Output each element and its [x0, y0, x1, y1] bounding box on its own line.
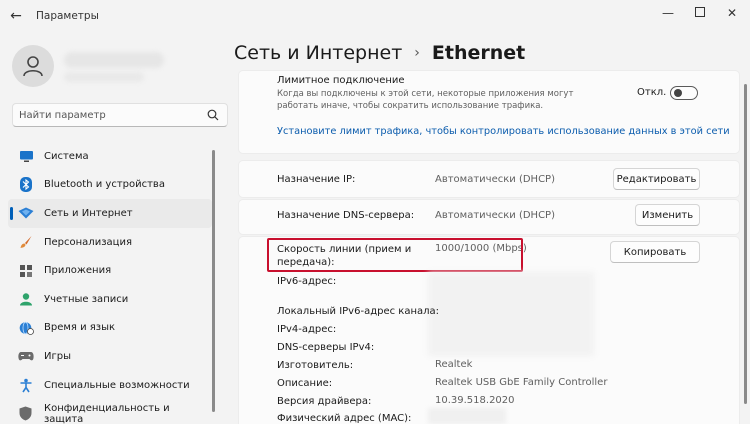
maximize-icon[interactable]	[688, 4, 712, 22]
toggle-state-label: Откл.	[637, 87, 667, 98]
content-scrollbar[interactable]	[744, 84, 747, 404]
dns-assignment-value: Автоматически (DHCP)	[435, 210, 555, 221]
metered-toggle[interactable]	[670, 86, 698, 100]
metered-title: Лимитное подключение	[277, 75, 405, 86]
network-icon	[18, 205, 34, 221]
minimize-icon[interactable]: —	[656, 4, 680, 22]
back-arrow-icon[interactable]: ←	[8, 8, 24, 24]
search-box[interactable]	[12, 103, 228, 127]
sidebar-item-accounts[interactable]: Учетные записи	[8, 285, 212, 314]
search-input[interactable]	[19, 107, 199, 123]
description-label: Описание:	[277, 378, 333, 389]
apps-icon	[18, 263, 34, 279]
sidebar-item-bluetooth[interactable]: Bluetooth и устройства	[8, 171, 212, 200]
breadcrumb-parent[interactable]: Сеть и Интернет	[234, 42, 402, 64]
shield-icon	[18, 406, 34, 422]
change-dns-button[interactable]: Изменить	[635, 204, 700, 226]
username-blurred	[64, 52, 164, 68]
breadcrumb: Сеть и Интернет › Ethernet	[234, 42, 525, 64]
sidebar-item-accessibility[interactable]: Специальные возможности	[8, 371, 212, 400]
toggle-knob	[674, 89, 682, 97]
accessibility-icon	[18, 377, 34, 393]
metered-description-line2: работать иначе, чтобы сократить использо…	[277, 101, 544, 111]
description-value: Realtek USB GbE Family Controller	[435, 377, 608, 388]
globe-clock-icon	[18, 320, 34, 336]
sidebar-item-time-language[interactable]: Время и язык	[8, 314, 212, 343]
brush-icon	[18, 234, 34, 250]
sidebar-item-personalization[interactable]: Персонализация	[8, 228, 212, 257]
close-icon[interactable]: ✕	[720, 4, 744, 22]
sidebar-item-gaming[interactable]: Игры	[8, 342, 212, 371]
app-title: Параметры	[36, 10, 99, 22]
metered-description-line1: Когда вы подключены к этой сети, некотор…	[277, 89, 574, 99]
bluetooth-icon	[18, 177, 34, 193]
gamepad-icon	[18, 348, 34, 364]
data-limit-link[interactable]: Установите лимит трафика, чтобы контроли…	[277, 126, 730, 137]
monitor-icon	[18, 148, 34, 164]
chevron-right-icon: ›	[414, 45, 420, 61]
mac-address-label: Физический адрес (MAC):	[277, 413, 412, 424]
person-icon	[18, 291, 34, 307]
copy-button[interactable]: Копировать	[610, 241, 700, 263]
sidebar-item-apps[interactable]: Приложения	[8, 256, 212, 285]
mac-value-blurred	[428, 408, 506, 424]
ipv6-label: IPv6-адрес:	[277, 276, 337, 287]
ipv4-label: IPv4-адрес:	[277, 324, 337, 335]
sidebar-scrollbar[interactable]	[212, 150, 215, 412]
sidebar-nav: Система Bluetooth и устройства Сеть и Ин…	[8, 142, 212, 424]
sidebar-item-system[interactable]: Система	[8, 142, 212, 171]
page-title: Ethernet	[431, 42, 526, 64]
ip-values-blurred	[428, 272, 594, 356]
search-icon[interactable]	[207, 109, 219, 121]
avatar[interactable]	[12, 45, 54, 87]
edit-ip-button[interactable]: Редактировать	[613, 168, 700, 190]
person-icon	[23, 56, 43, 77]
link-speed-highlight	[267, 238, 523, 272]
dns-assignment-label: Назначение DNS-сервера:	[277, 210, 415, 221]
title-bar: ← Параметры — ✕	[0, 0, 750, 32]
link-local-ipv6-label: Локальный IPv6-адрес канала:	[277, 306, 440, 317]
manufacturer-label: Изготовитель:	[277, 360, 354, 371]
sidebar-item-privacy[interactable]: Конфиденциальность и защита	[8, 399, 212, 424]
ip-assignment-label: Назначение IP:	[277, 174, 356, 185]
driver-version-value: 10.39.518.2020	[435, 395, 515, 406]
dns-ipv4-label: DNS-серверы IPv4:	[277, 342, 375, 353]
driver-version-label: Версия драйвера:	[277, 396, 372, 407]
email-blurred	[64, 72, 144, 82]
sidebar-item-network[interactable]: Сеть и Интернет	[8, 199, 212, 228]
ip-assignment-value: Автоматически (DHCP)	[435, 174, 555, 185]
manufacturer-value: Realtek	[435, 359, 473, 370]
